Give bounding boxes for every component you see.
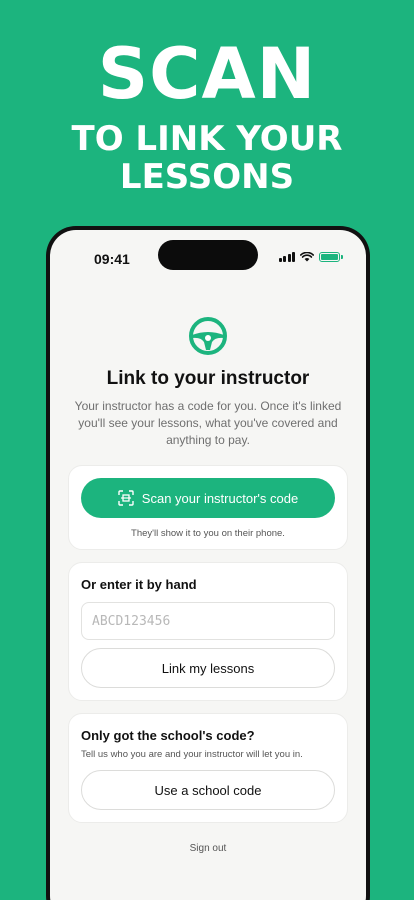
dynamic-island (158, 240, 258, 270)
promo-subheadline-line1: TO LINK YOUR (71, 119, 343, 159)
page-intro: Your instructor has a code for you. Once… (74, 399, 342, 447)
qr-scan-icon (118, 490, 134, 506)
manual-entry-heading: Or enter it by hand (81, 577, 197, 592)
steering-wheel-icon (189, 317, 227, 355)
scan-hint: They'll show it to you on their phone. (131, 528, 285, 539)
app-screen: 09:41 Link to your instructor Your instr… (50, 230, 366, 900)
scan-code-button[interactable]: Scan your instructor's code (81, 478, 335, 518)
status-icons (278, 252, 343, 262)
page-title: Link to your instructor (106, 368, 310, 389)
promo-subheadline-line2: LESSONS (119, 157, 295, 197)
battery-charging-icon (319, 252, 343, 262)
status-time: 09:41 (94, 251, 130, 267)
promo-subheadline: TO LINK YOUR LESSONS (0, 120, 414, 196)
wifi-icon (300, 252, 314, 262)
manual-entry-card: Or enter it by hand Link my lessons (68, 562, 348, 701)
cellular-signal-icon (278, 252, 295, 262)
status-bar: 09:41 (50, 230, 366, 284)
sign-out-link[interactable]: Sign out (50, 843, 366, 854)
scan-code-button-label: Scan your instructor's code (141, 490, 299, 506)
school-code-card: Only got the school's code? Tell us who … (68, 713, 348, 823)
promo-headline: SCAN (97, 33, 317, 115)
scan-card: Scan your instructor's code They'll show… (68, 465, 348, 550)
instructor-code-input[interactable] (81, 602, 335, 640)
phone-frame: 09:41 Link to your instructor Your instr… (46, 226, 370, 900)
school-code-description: Tell us who you are and your instructor … (81, 749, 303, 760)
main-content: Link to your instructor Your instructor … (50, 284, 366, 854)
school-code-heading: Only got the school's code? (81, 728, 255, 743)
link-lessons-button[interactable]: Link my lessons (81, 648, 335, 688)
use-school-code-button[interactable]: Use a school code (81, 770, 335, 810)
